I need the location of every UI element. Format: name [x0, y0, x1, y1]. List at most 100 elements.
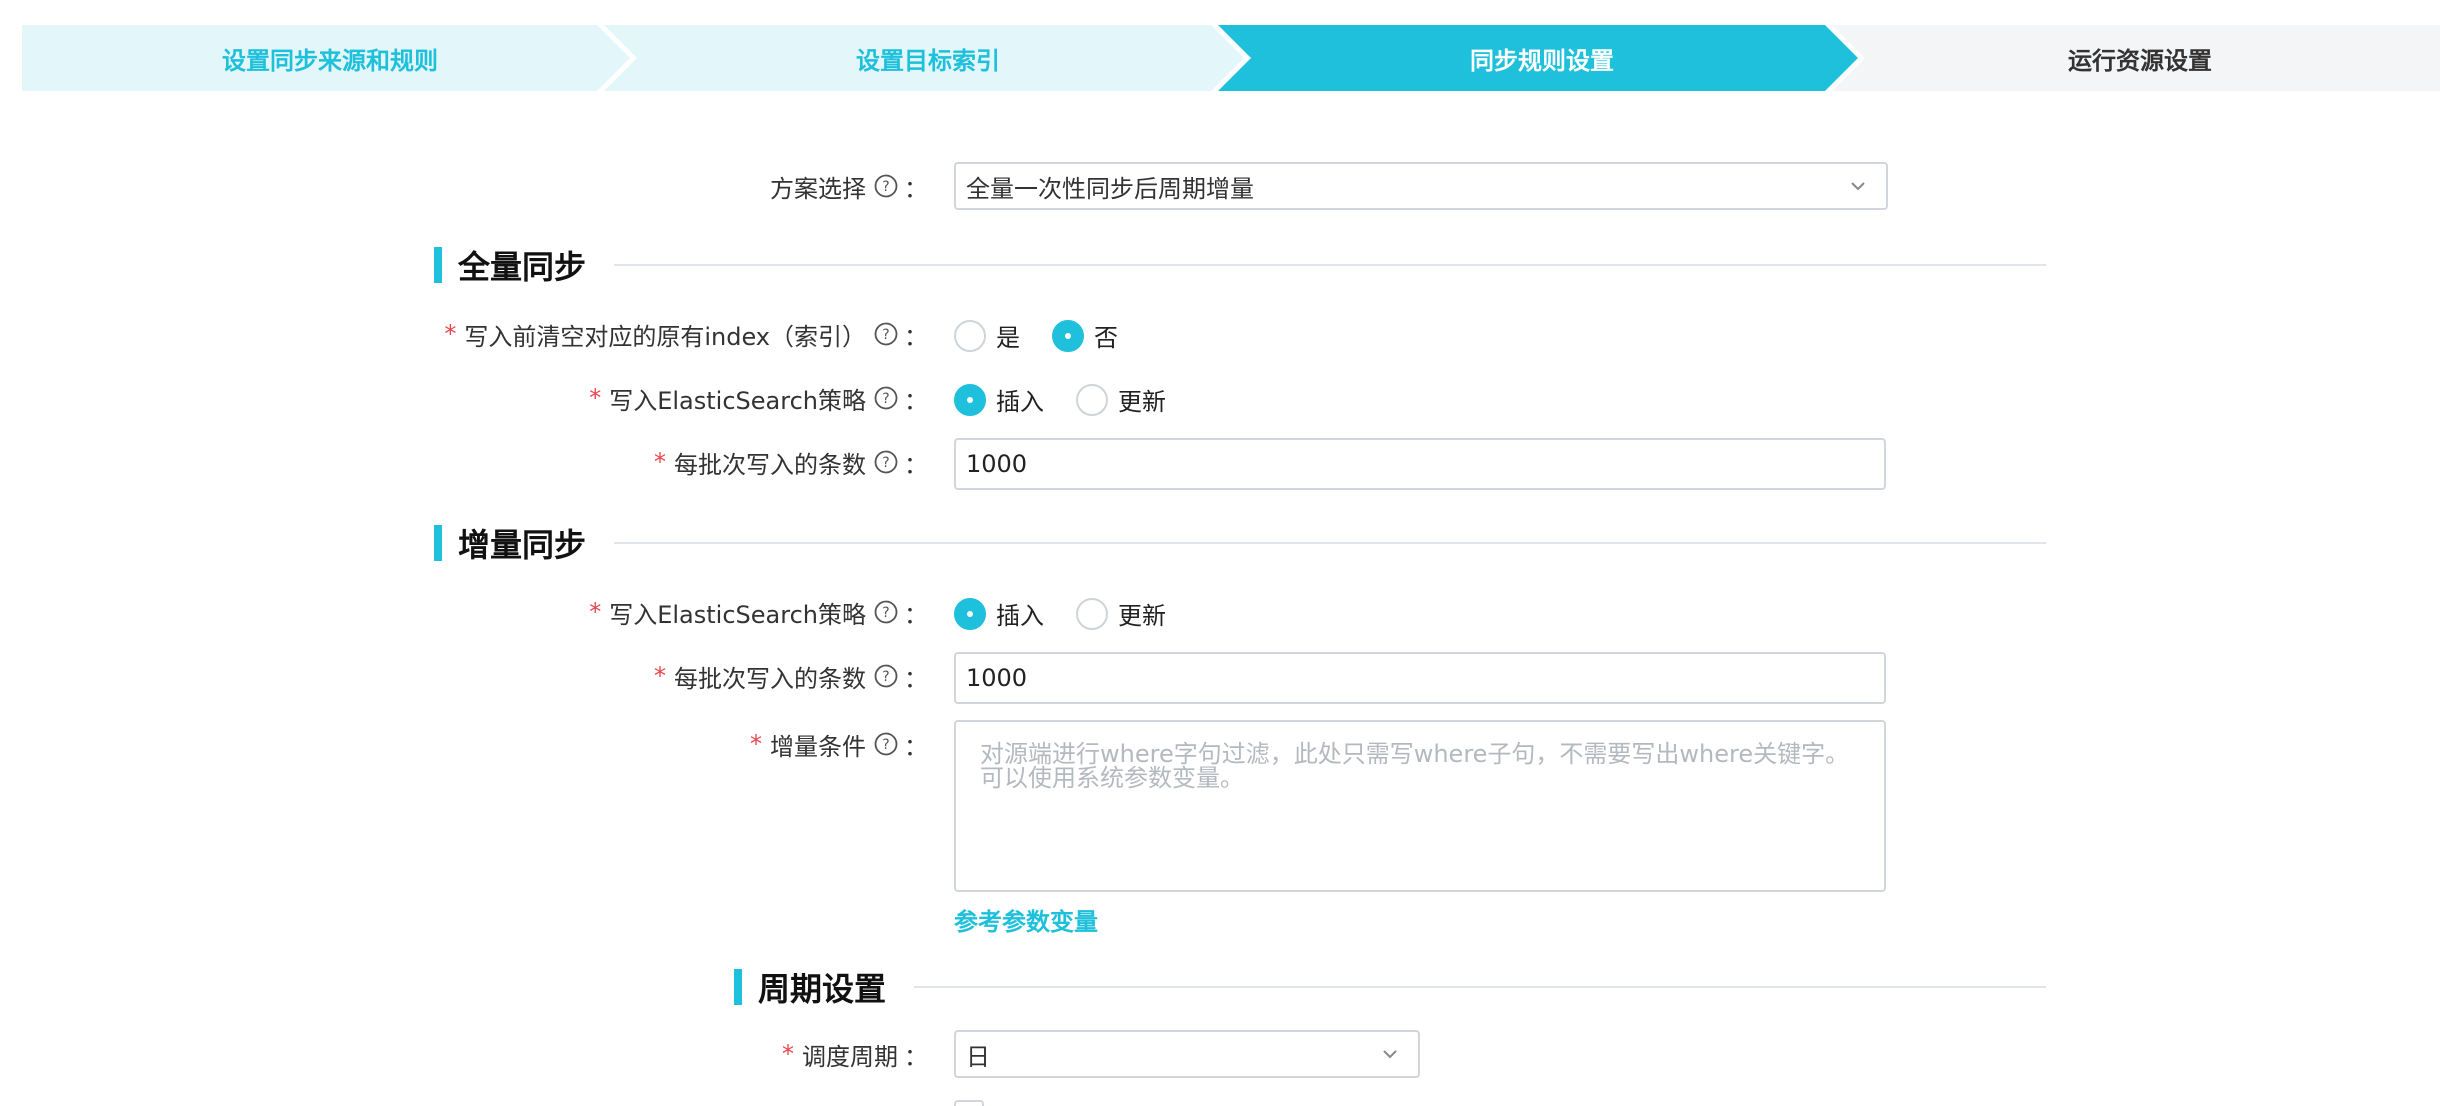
radio-circle-selected [1052, 319, 1084, 352]
schedule-label-text: 调度周期 [802, 1042, 898, 1071]
radio-label: 是 [996, 324, 1020, 352]
step-label: 设置同步来源和规则 [222, 46, 438, 75]
textarea-placeholder: 对源端进行where字句过滤，此处只需写where子句，不需要写出where关键… [980, 740, 1850, 792]
radio-incr-insert[interactable]: 插入 [954, 596, 1044, 631]
plan-label-text: 方案选择 [770, 174, 866, 203]
step-target-index[interactable]: 设置目标索引 [604, 25, 1244, 91]
colon: ： [904, 1042, 928, 1071]
clear-index-label-text: 写入前清空对应的原有index（索引） [464, 322, 866, 351]
section-divider [614, 264, 2047, 266]
colon: ： [904, 450, 928, 479]
steps-bar: 设置同步来源和规则 设置目标索引 同步规则设置 运行资源设置 [22, 25, 2440, 91]
svg-text:?: ? [882, 327, 889, 343]
svg-text:?: ? [882, 669, 889, 685]
section-title: 增量同步 [458, 526, 587, 564]
full-strategy-radio-group: 插入 更新 [954, 382, 1198, 417]
param-variable-link[interactable]: 参考参数变量 [954, 902, 1098, 937]
radio-incr-update[interactable]: 更新 [1076, 596, 1166, 631]
incr-batch-label: * 每批次写入的条数 ? ： [654, 658, 928, 694]
section-divider [614, 542, 2047, 544]
radio-circle [954, 319, 986, 352]
required-mark: * [444, 320, 457, 348]
plan-label: 方案选择 ? ： [770, 168, 928, 204]
svg-text:?: ? [882, 391, 889, 407]
incr-strategy-radio-group: 插入 更新 [954, 596, 1198, 631]
colon: ： [904, 174, 928, 203]
required-mark: * [654, 662, 666, 690]
radio-full-update[interactable]: 更新 [1076, 382, 1166, 417]
radio-full-insert[interactable]: 插入 [954, 382, 1044, 417]
radio-label: 更新 [1118, 602, 1166, 630]
section-divider [914, 986, 2047, 988]
colon: ： [904, 664, 928, 693]
colon: ： [904, 322, 928, 351]
section-accent-bar [734, 969, 742, 1005]
incr-strategy-label: * 写入ElasticSearch策略 ? ： [589, 594, 928, 630]
full-batch-label-text: 每批次写入的条数 [674, 450, 866, 479]
incr-condition-label-text: 增量条件 [770, 732, 866, 761]
svg-text:?: ? [882, 455, 889, 471]
incr-strategy-label-text: 写入ElasticSearch策略 [609, 600, 866, 629]
colon: ： [904, 600, 928, 629]
radio-circle [1076, 597, 1108, 630]
step-resource-settings[interactable]: 运行资源设置 [1832, 25, 2440, 91]
required-mark: * [654, 448, 666, 476]
svg-text:?: ? [882, 605, 889, 621]
step-source-rules[interactable]: 设置同步来源和规则 [22, 25, 630, 91]
schedule-label: * 调度周期 ： [782, 1036, 928, 1072]
help-icon[interactable]: ? [874, 600, 898, 624]
section-accent-bar [434, 525, 442, 561]
required-mark: * [782, 1040, 794, 1068]
radio-circle-selected [954, 597, 986, 630]
incr-batch-label-text: 每批次写入的条数 [674, 664, 866, 693]
help-icon[interactable]: ? [874, 664, 898, 688]
full-batch-input[interactable]: 1000 [954, 438, 1886, 490]
incr-condition-textarea[interactable]: 对源端进行where字句过滤，此处只需写where子句，不需要写出where关键… [954, 720, 1886, 892]
incr-batch-input[interactable]: 1000 [954, 652, 1886, 704]
full-strategy-label: * 写入ElasticSearch策略 ? ： [589, 380, 928, 416]
help-icon[interactable]: ? [874, 322, 898, 346]
help-icon[interactable]: ? [874, 386, 898, 410]
step-label: 运行资源设置 [2068, 46, 2212, 75]
radio-circle [1076, 383, 1108, 416]
radio-circle-selected [954, 383, 986, 416]
required-mark: * [589, 384, 602, 412]
svg-text:?: ? [882, 737, 889, 753]
radio-clear-no[interactable]: 否 [1052, 318, 1118, 353]
colon: ： [904, 732, 928, 761]
chevron-down-icon [1383, 1050, 1397, 1059]
schedule-select[interactable]: 日 [954, 1030, 1420, 1078]
help-icon[interactable]: ? [874, 174, 898, 198]
step-sync-rules[interactable]: 同步规则设置 [1218, 25, 1858, 91]
help-icon[interactable]: ? [874, 450, 898, 474]
incr-batch-value: 1000 [966, 664, 1028, 692]
radio-clear-yes[interactable]: 是 [954, 318, 1020, 353]
full-strategy-label-text: 写入ElasticSearch策略 [609, 386, 866, 415]
section-period: 周期设置 [734, 964, 2047, 1010]
chevron-down-icon [1851, 182, 1865, 191]
full-batch-value: 1000 [966, 450, 1028, 478]
help-icon[interactable]: ? [874, 732, 898, 756]
section-full-sync: 全量同步 [434, 242, 2047, 288]
radio-label: 插入 [996, 602, 1044, 630]
full-batch-label: * 每批次写入的条数 ? ： [654, 444, 928, 480]
section-title: 周期设置 [758, 970, 887, 1008]
radio-label: 否 [1094, 324, 1118, 352]
radio-label: 插入 [996, 388, 1044, 416]
required-mark: * [750, 730, 762, 758]
checkbox[interactable] [954, 1100, 984, 1106]
section-title: 全量同步 [458, 248, 587, 286]
step-label: 设置目标索引 [856, 46, 1000, 75]
plan-select[interactable]: 全量一次性同步后周期增量 [954, 162, 1888, 210]
step-label: 同步规则设置 [1470, 46, 1614, 75]
colon: ： [904, 386, 928, 415]
clear-index-radio-group: 是 否 [954, 318, 1150, 353]
schedule-select-value: 日 [966, 1042, 990, 1071]
svg-text:?: ? [882, 179, 889, 195]
clear-index-label: * 写入前清空对应的原有index（索引） ? ： [444, 316, 928, 352]
required-mark: * [589, 598, 602, 626]
section-accent-bar [434, 247, 442, 283]
incr-condition-label: * 增量条件 ? ： [750, 726, 928, 762]
plan-select-value: 全量一次性同步后周期增量 [966, 174, 1254, 203]
section-incr-sync: 增量同步 [434, 520, 2047, 566]
